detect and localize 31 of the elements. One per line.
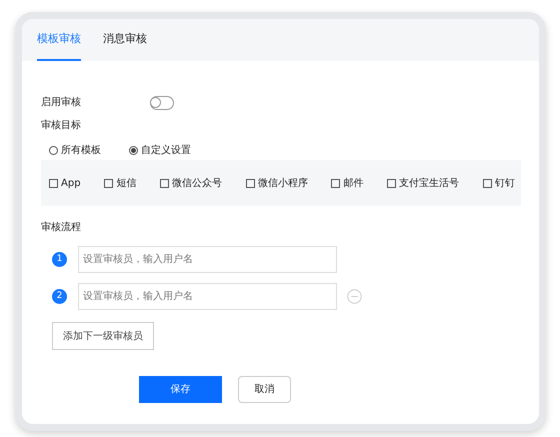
checkbox[interactable]: [246, 178, 255, 188]
checkbox-label: 邮件: [343, 176, 364, 190]
checkbox[interactable]: [331, 178, 340, 188]
step-number: 1: [52, 252, 67, 267]
radio-button[interactable]: [49, 146, 58, 155]
add-approver-button[interactable]: 添加下一级审核员: [52, 322, 154, 350]
checkbox[interactable]: [104, 178, 114, 188]
toggle-switch[interactable]: [150, 96, 174, 110]
checkbox-label: App: [61, 176, 81, 190]
username-input[interactable]: 设置审核员，输入用户名: [78, 246, 337, 273]
checkbox[interactable]: [160, 178, 170, 188]
radio-button[interactable]: [129, 146, 138, 155]
checkbox-label: 钉钉: [494, 176, 515, 190]
step-number: 2: [52, 289, 67, 304]
save-button[interactable]: 保存: [139, 376, 222, 403]
field-label: 审核目标: [41, 118, 82, 133]
checkbox[interactable]: [387, 178, 396, 188]
tab[interactable]: 消息审核: [103, 19, 147, 61]
radio-label: 所有模板: [61, 144, 101, 158]
checkbox-label: 微信小程序: [258, 176, 308, 190]
checkbox[interactable]: [49, 178, 58, 188]
checkbox-label: 微信公众号: [172, 176, 222, 190]
checkbox-label: 支付宝生活号: [399, 176, 460, 190]
checkbox-label: 短信: [116, 176, 136, 190]
radio-label: 自定义设置: [141, 144, 191, 158]
cancel-button[interactable]: 取消: [238, 376, 291, 403]
checkbox[interactable]: [482, 178, 492, 188]
tab[interactable]: 模板审核: [37, 19, 81, 61]
username-input[interactable]: 设置审核员，输入用户名: [78, 283, 337, 310]
field-label: 审核流程: [41, 220, 82, 235]
field-label: 启用审核: [41, 96, 81, 110]
